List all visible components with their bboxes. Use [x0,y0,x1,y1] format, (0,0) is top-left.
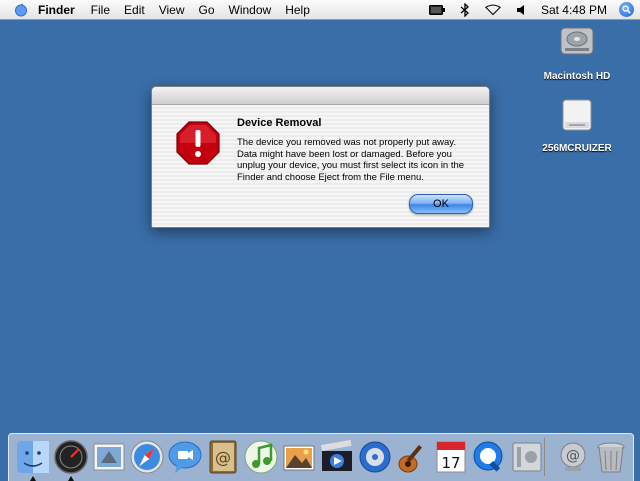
mail-drop-icon[interactable]: @ [555,439,591,475]
iphoto-icon[interactable] [281,439,317,475]
ichat-icon[interactable] [167,439,203,475]
apple-icon[interactable] [14,3,28,17]
safari-icon[interactable] [129,439,165,475]
svg-text:@: @ [215,448,231,467]
desktop-icon-label: Macintosh HD [543,71,611,82]
garageband-icon[interactable] [395,439,431,475]
system-preferences-icon[interactable] [509,439,545,475]
volume-icon[interactable] [513,3,529,17]
menu-finder[interactable]: Finder [38,3,75,17]
menu-help[interactable]: Help [285,3,310,17]
running-indicator [30,476,36,481]
desktop-icon-macintosh-hd[interactable]: Macintosh HD [532,22,622,82]
svg-text:@: @ [566,448,580,464]
address-book-icon[interactable]: @ [205,439,241,475]
idvd-icon[interactable] [357,439,393,475]
menu-bar: Finder File Edit View Go Window Help Sat… [0,0,640,20]
menu-file[interactable]: File [91,3,110,17]
device-removal-dialog: Device Removal The device you removed wa… [151,86,490,228]
quicktime-icon[interactable] [471,439,507,475]
menu-edit[interactable]: Edit [124,3,145,17]
hard-drive-icon [557,27,597,66]
wifi-icon[interactable] [484,3,501,17]
menu-go[interactable]: Go [199,3,215,17]
dialog-titlebar[interactable] [152,87,489,105]
removable-drive-icon [557,99,597,138]
finder-icon[interactable] [15,439,51,481]
mail-icon[interactable] [91,439,127,475]
running-indicator [68,476,74,481]
desktop-icon-256mcruizer[interactable]: 256MCRUIZER [532,96,622,154]
spotlight-icon[interactable] [619,2,634,17]
desktop-icon-label: 256MCRUIZER [542,143,612,154]
dashboard-icon[interactable] [53,439,89,481]
dock-separator [544,438,545,476]
menu-view[interactable]: View [159,3,185,17]
menu-extras: Sat 4:48 PM [428,0,634,19]
menubar-clock[interactable]: Sat 4:48 PM [541,3,607,17]
dialog-title: Device Removal [237,117,322,129]
dock: @ 17 @ [8,433,634,481]
menu-window[interactable]: Window [229,3,272,17]
ical-icon[interactable]: 17 [433,439,469,475]
itunes-icon[interactable] [243,439,279,475]
imovie-icon[interactable] [319,439,355,475]
dialog-message: The device you removed was not properly … [237,137,465,183]
stop-icon [176,121,220,165]
battery-icon[interactable] [428,3,445,17]
bluetooth-icon[interactable] [457,2,473,17]
ical-date: 17 [441,454,460,472]
trash-icon[interactable] [593,439,629,475]
ok-button[interactable]: OK [409,194,473,214]
